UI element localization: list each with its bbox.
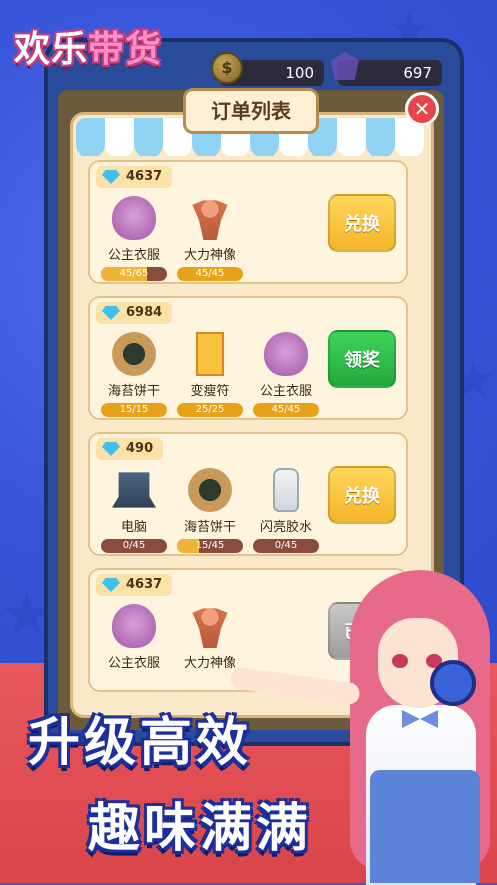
princess-dress-icon xyxy=(112,604,156,648)
princess-dress-icon xyxy=(112,196,156,240)
close-icon[interactable]: ✕ xyxy=(405,92,439,126)
game-logo: 欢乐带货 xyxy=(14,29,163,70)
diamond-icon xyxy=(102,578,120,592)
slogan-line-1: 升级高效 xyxy=(28,713,253,773)
item-name: 闪亮胶水 xyxy=(259,520,312,535)
laptop-icon xyxy=(112,472,156,508)
order-item: 公主衣服 45/65 xyxy=(96,196,172,281)
order-card: 4637 公主衣服 45/65 大力神像 45/45 兑换 xyxy=(88,160,408,284)
hercules-statue-icon xyxy=(192,200,228,240)
order-item: 公主衣服 45/45 xyxy=(248,332,324,417)
order-price: 6984 xyxy=(96,302,173,324)
diamond-icon xyxy=(102,170,120,184)
item-name: 变瘦符 xyxy=(190,384,230,399)
item-name: 电脑 xyxy=(120,520,147,535)
order-price: 490 xyxy=(96,438,164,460)
slogan-line-2: 趣味满满 xyxy=(88,799,313,859)
dialog-title: 订单列表 xyxy=(183,88,319,134)
item-progress-bar: 0/45 xyxy=(253,539,319,553)
order-item: 海苔饼干 15/15 xyxy=(96,332,172,417)
order-item: 海苔饼干 15/45 xyxy=(172,468,248,553)
order-item: 公主衣服 xyxy=(96,604,172,671)
item-name: 大力神像 xyxy=(183,248,236,263)
item-progress-bar: 45/65 xyxy=(101,267,167,281)
item-progress-bar: 15/45 xyxy=(177,539,243,553)
item-progress-bar: 25/25 xyxy=(177,403,243,417)
diamond-icon xyxy=(102,442,120,456)
item-name: 公主衣服 xyxy=(259,384,312,399)
character-illustration xyxy=(229,570,497,885)
order-item: 变瘦符 25/25 xyxy=(172,332,248,417)
princess-dress-icon xyxy=(264,332,308,376)
item-progress-bar: 45/45 xyxy=(177,267,243,281)
order-item: 电脑 0/45 xyxy=(96,468,172,553)
item-name: 海苔饼干 xyxy=(107,384,160,399)
character-skirt xyxy=(370,770,480,883)
order-item: 闪亮胶水 0/45 xyxy=(248,468,324,553)
character-eye xyxy=(392,654,408,668)
order-action-button[interactable]: 兑换 xyxy=(328,466,396,524)
item-name: 海苔饼干 xyxy=(183,520,236,535)
coin-icon: $ xyxy=(211,52,243,84)
order-price: 4637 xyxy=(96,574,173,596)
order-card: 490 电脑 0/45 海苔饼干 15/45 闪亮胶水 0/45 兑换 xyxy=(88,432,408,556)
diamond-icon xyxy=(102,306,120,320)
order-price: 4637 xyxy=(96,166,173,188)
order-item: 大力神像 xyxy=(172,604,248,671)
item-progress-bar: 45/45 xyxy=(253,403,319,417)
hercules-statue-icon xyxy=(192,608,228,648)
order-item: 大力神像 45/45 xyxy=(172,196,248,281)
headphones-icon xyxy=(430,660,476,706)
order-action-button[interactable]: 领奖 xyxy=(328,330,396,388)
seaweed-cookie-icon xyxy=(188,468,232,512)
item-name: 公主衣服 xyxy=(107,248,160,263)
order-card: 6984 海苔饼干 15/15 变瘦符 25/25 公主衣服 45/45 领奖 xyxy=(88,296,408,420)
item-progress-bar: 15/15 xyxy=(101,403,167,417)
order-action-button[interactable]: 兑换 xyxy=(328,194,396,252)
item-progress-bar: 0/45 xyxy=(101,539,167,553)
item-name: 公主衣服 xyxy=(107,656,160,671)
slim-charm-icon xyxy=(196,332,224,376)
seaweed-cookie-icon xyxy=(112,332,156,376)
glue-bottle-icon xyxy=(273,468,299,512)
